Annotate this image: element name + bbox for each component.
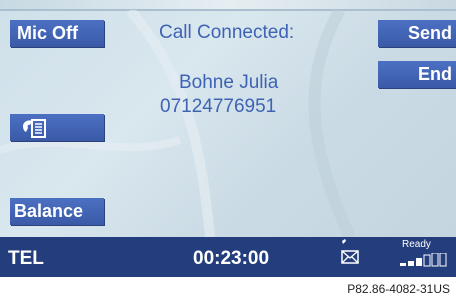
mode-label: TEL xyxy=(8,248,44,269)
balance-button[interactable]: Balance xyxy=(10,198,104,225)
phonebook-icon xyxy=(23,119,46,138)
status-bar: TEL 00:23:00 Ready xyxy=(0,237,456,277)
figure-caption: P82.86-4082-31US xyxy=(347,282,450,296)
end-button[interactable]: End xyxy=(378,61,456,88)
signal-label: Ready xyxy=(402,239,431,250)
call-status: Call Connected: xyxy=(159,22,295,43)
caller-name: Bohne Julia xyxy=(179,72,279,93)
signal-strength-icon xyxy=(400,253,447,267)
call-duration: 00:23:00 xyxy=(193,248,270,269)
phone-display: Mic Off Send End Balance Call Connected:… xyxy=(0,0,456,277)
phonebook-button[interactable] xyxy=(10,114,104,141)
mic-off-button[interactable]: Mic Off xyxy=(10,20,104,47)
envelope-icon xyxy=(341,239,359,264)
caller-number: 07124776951 xyxy=(160,96,277,117)
send-button[interactable]: Send xyxy=(378,20,456,47)
